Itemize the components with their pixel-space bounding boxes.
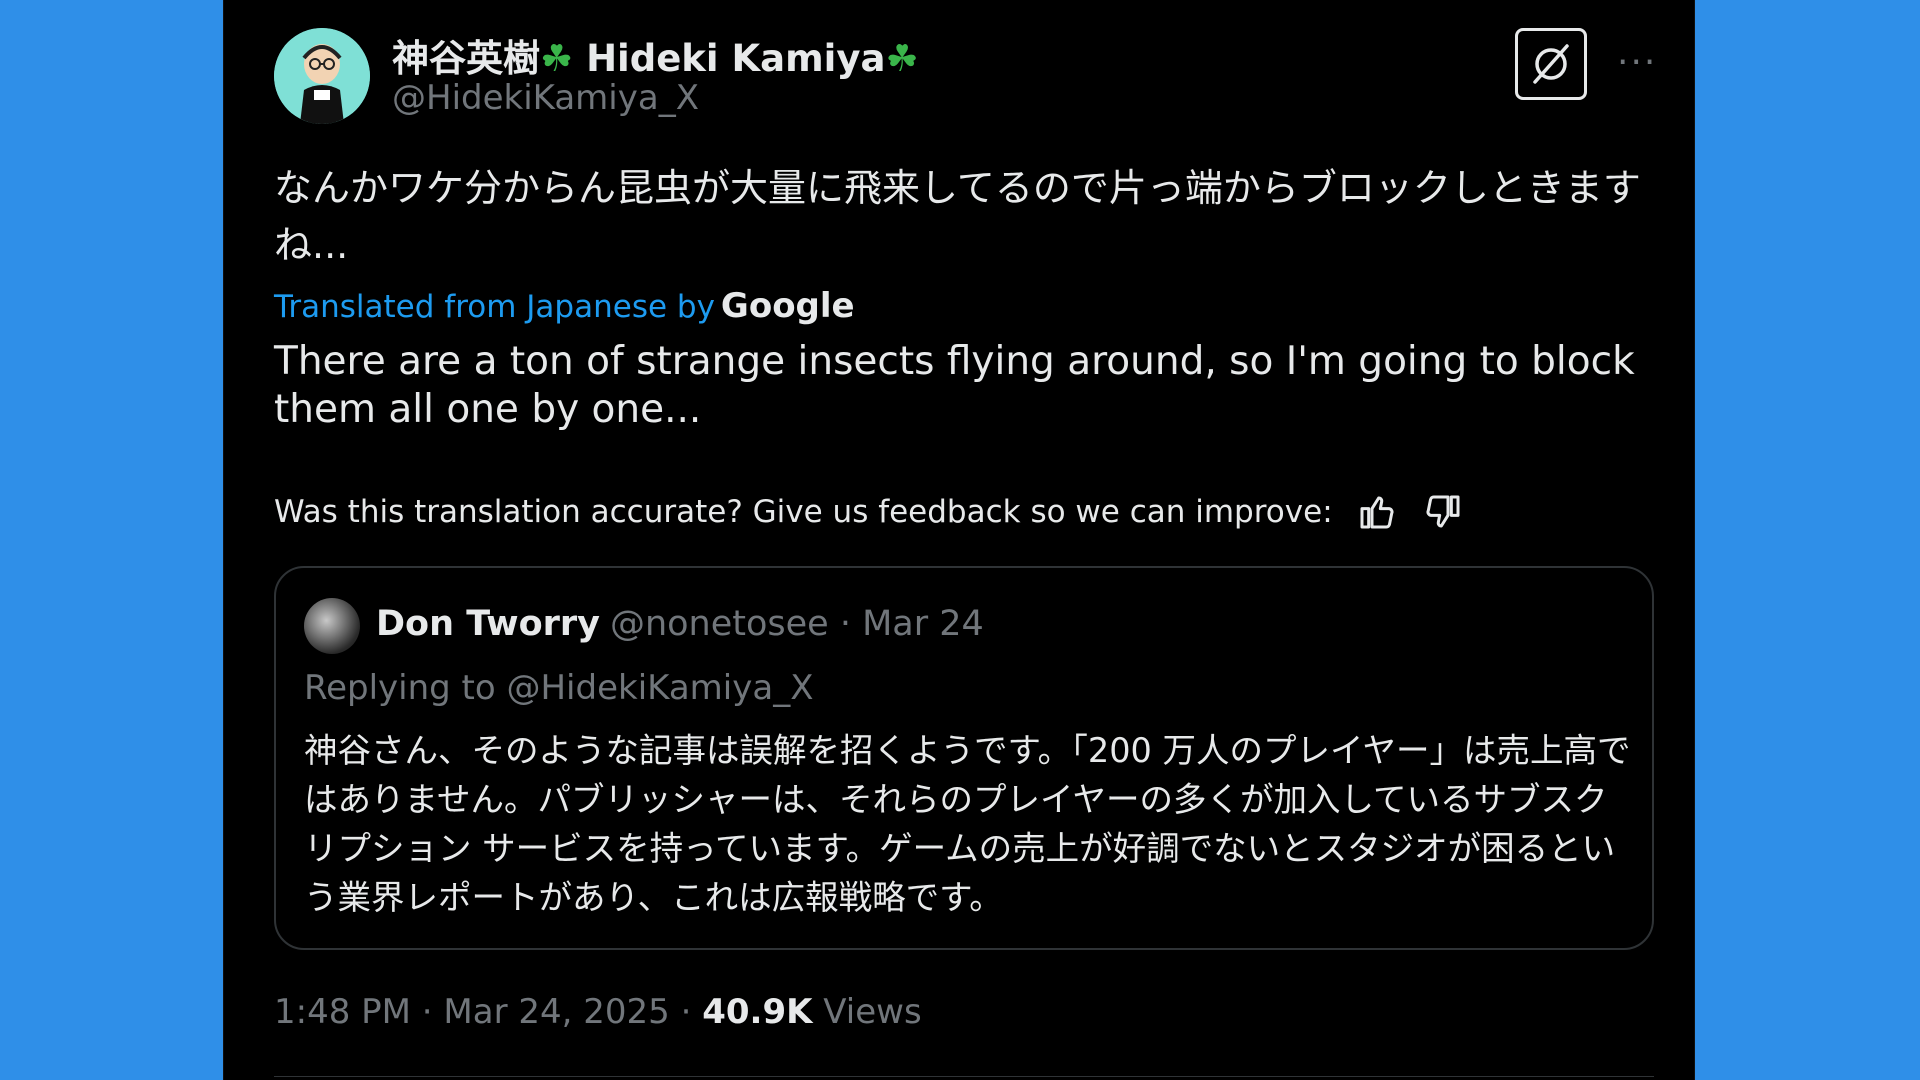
clover-icon: ☘ bbox=[540, 37, 574, 80]
grok-button[interactable] bbox=[1515, 28, 1587, 100]
quoted-replying-to: Replying to @HidekiKamiya_X bbox=[304, 668, 814, 708]
author-avatar[interactable] bbox=[274, 28, 370, 124]
tweet-timestamp-row: 1:48 PM · Mar 24, 2025 · 40.9K Views bbox=[274, 992, 922, 1032]
thumbs-up-button[interactable] bbox=[1355, 490, 1399, 534]
tweet-text-original: なんかワケ分からん昆虫が大量に飛来してるので片っ端からブロックしときますね... bbox=[274, 166, 1641, 267]
google-logo: Google bbox=[720, 286, 855, 326]
tweet-card: 神谷英樹☘ Hideki Kamiya☘ @HidekiKamiya_X ···… bbox=[223, 0, 1695, 1080]
author-name-jp: 神谷英樹 bbox=[392, 37, 540, 80]
avatar-cartoon-icon bbox=[274, 28, 370, 124]
translation-feedback-row: Was this translation accurate? Give us f… bbox=[274, 490, 1465, 534]
thumbs-down-button[interactable] bbox=[1421, 490, 1465, 534]
author-name-latin: Hideki Kamiya bbox=[586, 37, 886, 80]
views-label: Views bbox=[812, 992, 922, 1032]
quoted-author-meta: @nonetosee · Mar 24 bbox=[609, 604, 984, 644]
thumbs-up-icon bbox=[1360, 496, 1394, 529]
tweet-timestamp[interactable]: 1:48 PM · Mar 24, 2025 · bbox=[274, 992, 702, 1032]
screenshot-background: 神谷英樹☘ Hideki Kamiya☘ @HidekiKamiya_X ···… bbox=[0, 0, 1920, 1080]
views-count: 40.9K bbox=[702, 992, 813, 1032]
tweet-text-translated: There are a ton of strange insects flyin… bbox=[274, 339, 1635, 432]
divider bbox=[274, 1076, 1654, 1077]
quoted-tweet-text: 神谷さん、そのような記事は誤解を招くようです。「200 万人のプレイヤー」は売上… bbox=[304, 731, 1631, 917]
translation-label[interactable]: Translated from Japanese by bbox=[274, 289, 715, 325]
quoted-tweet[interactable]: Don Tworry @nonetosee · Mar 24 Replying t… bbox=[274, 566, 1654, 950]
quoted-tweet-header: Don Tworry @nonetosee · Mar 24 bbox=[376, 604, 984, 644]
clover-icon: ☘ bbox=[885, 37, 919, 80]
author-display-name[interactable]: 神谷英樹☘ Hideki Kamiya☘ bbox=[392, 28, 919, 82]
translation-attribution: Translated from Japanese by Google bbox=[274, 286, 855, 326]
more-icon: ··· bbox=[1617, 42, 1658, 83]
quoted-author-name[interactable]: Don Tworry bbox=[376, 604, 600, 644]
author-handle[interactable]: @HidekiKamiya_X bbox=[392, 78, 699, 118]
translation-feedback-prompt: Was this translation accurate? Give us f… bbox=[274, 494, 1333, 530]
more-options-button[interactable]: ··· bbox=[1617, 42, 1657, 83]
grok-icon bbox=[1533, 44, 1569, 84]
quoted-author-avatar[interactable] bbox=[304, 598, 360, 654]
thumbs-down-icon bbox=[1426, 495, 1460, 528]
